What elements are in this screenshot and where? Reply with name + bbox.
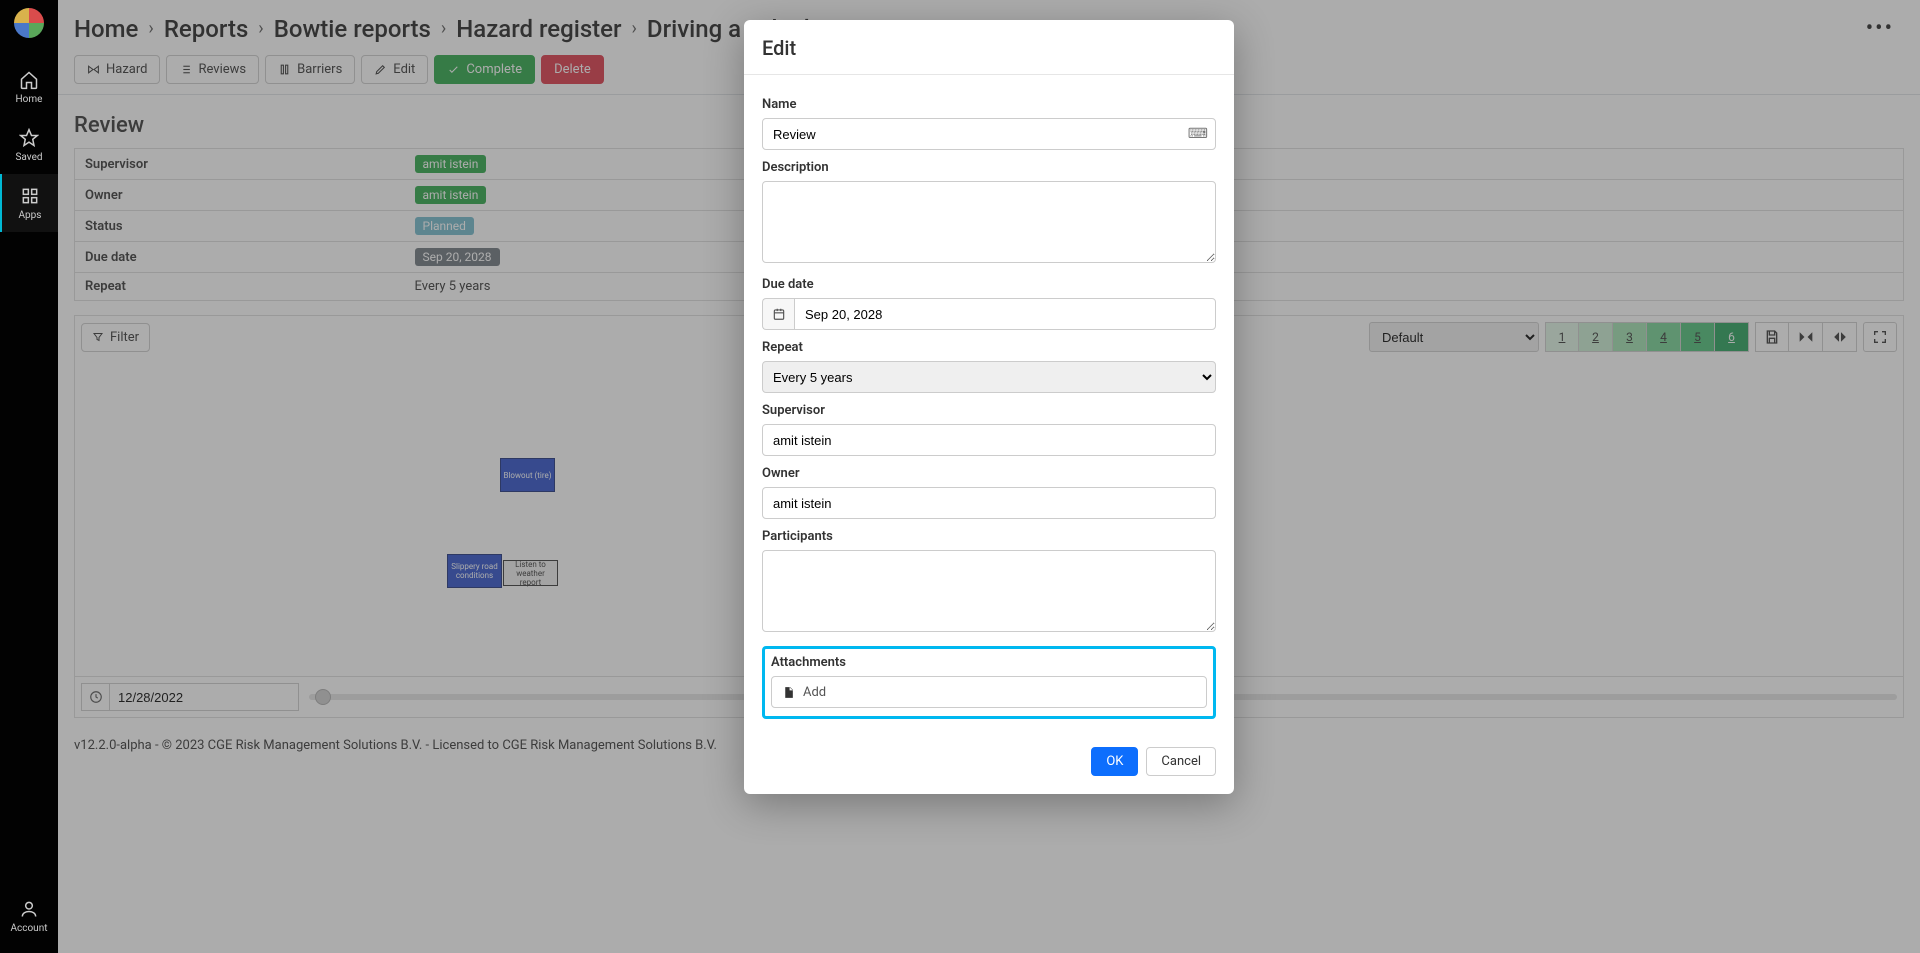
repeat-label: Repeat xyxy=(762,340,1216,355)
sidebar-item-saved[interactable]: Saved xyxy=(0,116,58,174)
name-input[interactable] xyxy=(762,118,1216,150)
sidebar-item-label: Apps xyxy=(19,210,42,221)
user-icon xyxy=(19,899,39,919)
edit-modal: Edit Name ⌨ Description Due date Repeat xyxy=(744,20,1234,794)
owner-input[interactable] xyxy=(762,487,1216,519)
calendar-icon[interactable] xyxy=(762,298,794,330)
repeat-select[interactable]: Every 5 years xyxy=(762,361,1216,393)
supervisor-input[interactable] xyxy=(762,424,1216,456)
keyboard-icon: ⌨ xyxy=(1188,126,1208,142)
participants-label: Participants xyxy=(762,529,1216,544)
due-date-input[interactable] xyxy=(794,298,1216,330)
owner-label: Owner xyxy=(762,466,1216,481)
sidebar-item-apps[interactable]: Apps xyxy=(0,174,58,232)
app-logo xyxy=(14,8,44,38)
home-icon xyxy=(19,70,39,90)
ok-button[interactable]: OK xyxy=(1091,747,1138,776)
star-icon xyxy=(19,128,39,148)
apps-icon xyxy=(20,186,40,206)
button-label: Add xyxy=(803,685,826,700)
file-icon xyxy=(782,686,795,699)
name-label: Name xyxy=(762,97,1216,112)
description-label: Description xyxy=(762,160,1216,175)
add-attachment-button[interactable]: Add xyxy=(771,676,1207,708)
sidebar-item-home[interactable]: Home xyxy=(0,58,58,116)
sidebar-item-label: Home xyxy=(16,94,43,105)
sidebar-item-label: Saved xyxy=(15,152,42,163)
cancel-button[interactable]: Cancel xyxy=(1146,747,1216,776)
participants-input[interactable] xyxy=(762,550,1216,632)
description-input[interactable] xyxy=(762,181,1216,263)
sidebar-item-label: Account xyxy=(10,923,47,934)
sidebar-item-account[interactable]: Account xyxy=(0,887,58,945)
modal-overlay: Edit Name ⌨ Description Due date Repeat xyxy=(58,0,1920,953)
supervisor-label: Supervisor xyxy=(762,403,1216,418)
modal-title: Edit xyxy=(744,20,1234,75)
sidebar: Home Saved Apps Account xyxy=(0,0,58,953)
due-date-label: Due date xyxy=(762,277,1216,292)
attachments-label: Attachments xyxy=(771,655,1207,670)
attachments-section: Attachments Add xyxy=(762,646,1216,719)
